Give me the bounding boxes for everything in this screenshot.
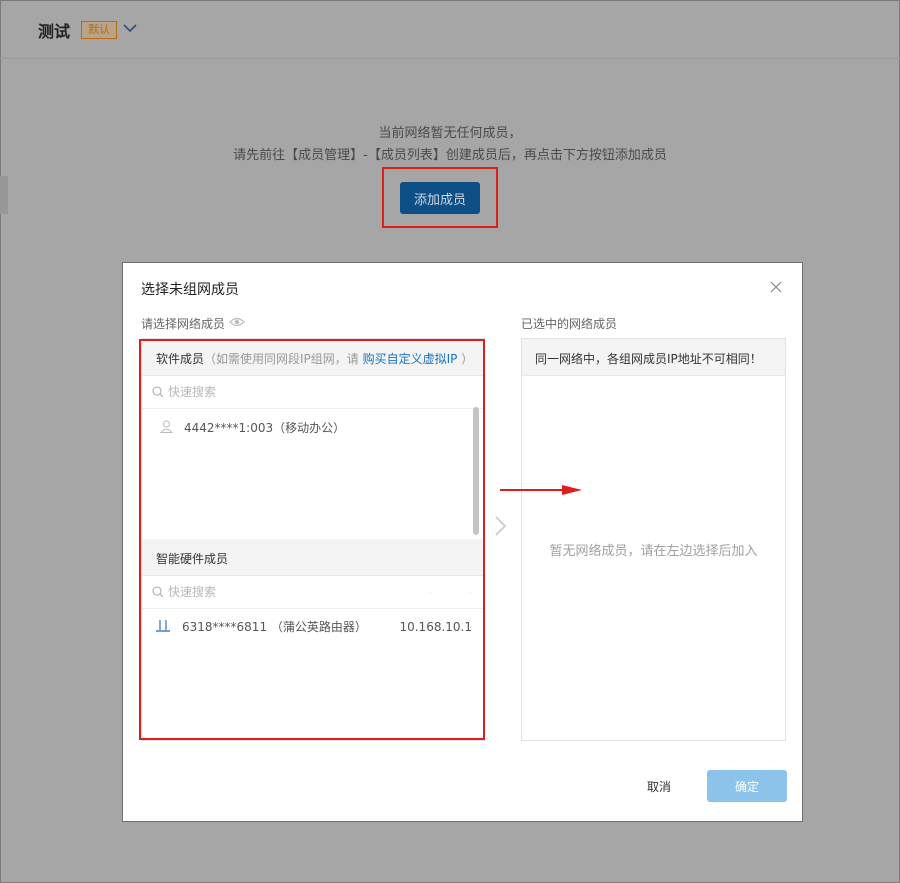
left-section-label: 请选择网络成员 — [141, 317, 226, 331]
side-tab[interactable] — [0, 176, 8, 214]
ip-notice-header: 同一网络中，各组网成员IP地址不可相同！ — [522, 339, 785, 376]
red-arrow-icon — [500, 485, 582, 495]
eye-icon[interactable] — [229, 316, 245, 328]
right-section-label: 已选中的网络成员 — [521, 317, 618, 331]
selected-empty-text: 暂无网络成员，请在左边选择后加入 — [549, 544, 758, 559]
chevron-right-icon[interactable] — [493, 515, 507, 537]
cancel-button[interactable]: 取消 — [631, 770, 687, 802]
close-icon[interactable] — [769, 280, 783, 294]
annotation-box — [139, 339, 485, 740]
page-title: 测试 — [38, 22, 71, 41]
page-header: 测试 默认 — [0, 0, 900, 59]
empty-message-line2: 请先前往【成员管理】-【成员列表】创建成员后，再点击下方按钮添加成员 — [233, 148, 667, 163]
selected-members-panel: 同一网络中，各组网成员IP地址不可相同！ 暂无网络成员，请在左边选择后加入 — [521, 338, 786, 741]
empty-message-line1: 当前网络暂无任何成员， — [378, 126, 522, 141]
chevron-down-icon[interactable] — [123, 21, 137, 35]
confirm-button[interactable]: 确定 — [707, 770, 787, 802]
ip-notice: 同一网络中，各组网成员IP地址不可相同！ — [535, 352, 762, 366]
default-badge: 默认 — [81, 21, 117, 39]
annotation-box — [382, 167, 498, 228]
dialog-title: 选择未组网成员 — [141, 282, 239, 298]
